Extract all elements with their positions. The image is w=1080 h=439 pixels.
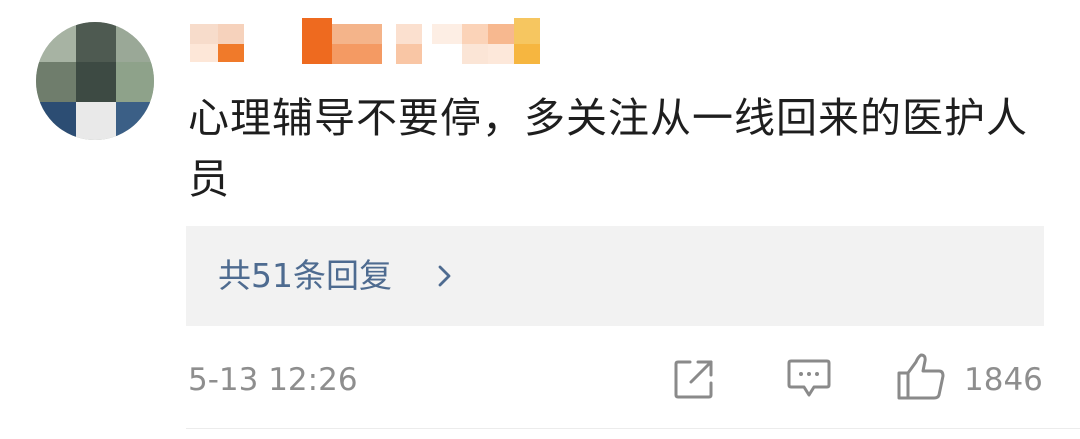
replies-box[interactable]: 共51条回复 — [186, 226, 1044, 326]
timestamp: 5-13 12:26 — [188, 362, 358, 398]
share-button[interactable] — [672, 357, 716, 401]
replies-link[interactable]: 共51条回复 — [218, 255, 392, 297]
comment-button[interactable] — [786, 358, 832, 400]
divider — [186, 428, 1080, 429]
comment-text: 心理辅导不要停，多关注从一线回来的医护人员 — [188, 94, 1028, 203]
comment-icon — [787, 359, 831, 397]
like-button[interactable]: 1846 — [896, 352, 1046, 404]
like-count: 1846 — [964, 362, 1043, 398]
username[interactable] — [190, 18, 560, 66]
share-icon — [674, 360, 713, 399]
thumbs-up-icon — [897, 353, 945, 400]
avatar[interactable] — [36, 22, 154, 140]
chevron-right-icon — [438, 265, 451, 287]
